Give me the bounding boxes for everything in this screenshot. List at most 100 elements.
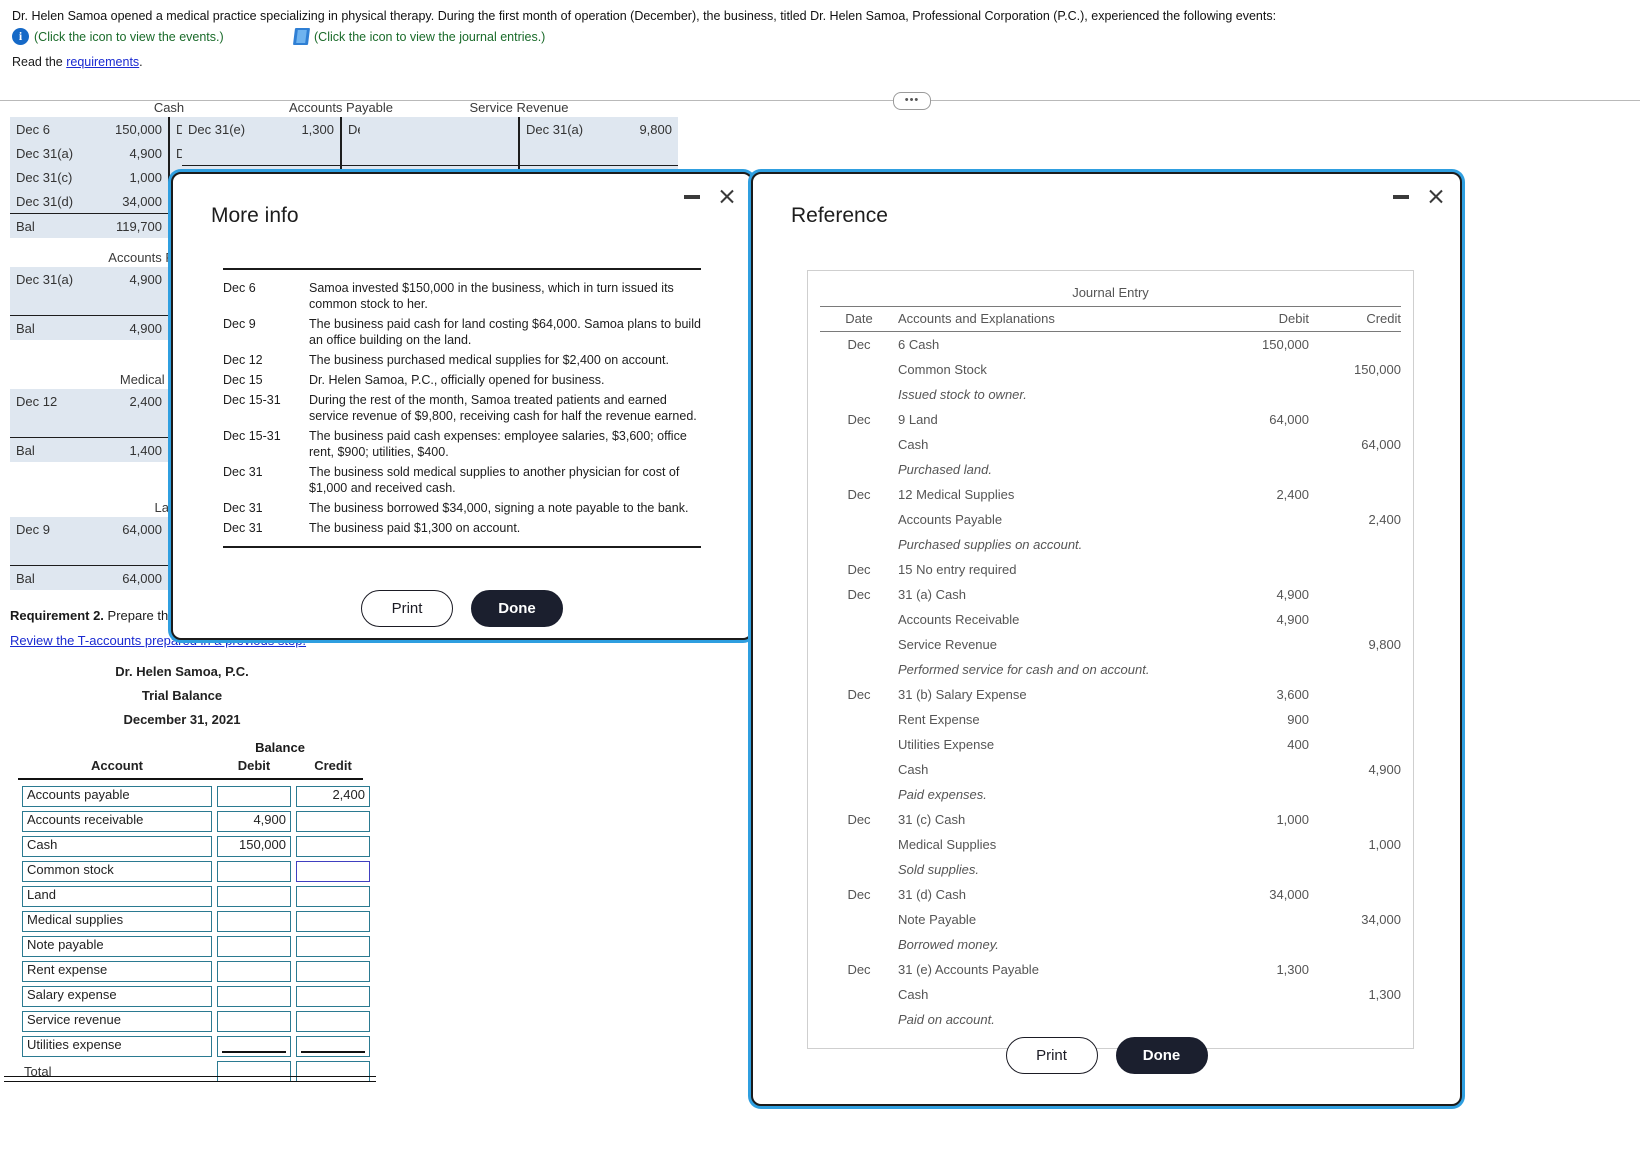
- t-debit-value: 1,300: [266, 117, 342, 141]
- journal-row: Performed service for cash and on accoun…: [820, 657, 1401, 682]
- tb-debit-input[interactable]: 4,900: [217, 810, 291, 832]
- reference-dialog[interactable]: Reference Journal Entry Date Accounts an…: [751, 172, 1462, 1106]
- reference-done-button[interactable]: Done: [1115, 1037, 1208, 1074]
- minimize-icon[interactable]: [684, 194, 700, 199]
- tb-debit-input[interactable]: [217, 1035, 291, 1057]
- tb-debit-input[interactable]: 150,000: [217, 835, 291, 857]
- info-icon[interactable]: i: [12, 28, 29, 45]
- tb-credit-input[interactable]: [296, 935, 370, 957]
- tb-account-input[interactable]: Service revenue: [22, 1010, 212, 1032]
- tb-debit-input[interactable]: [217, 860, 291, 882]
- table-row: Medical supplies: [21, 910, 371, 933]
- t-debit-label: [10, 413, 94, 438]
- more-info-print-button[interactable]: Print: [361, 590, 453, 627]
- tb-debit-input[interactable]: [217, 935, 291, 957]
- tb-credit-input[interactable]: [296, 960, 370, 982]
- table-row: Common stock: [21, 860, 371, 883]
- close-icon[interactable]: [718, 188, 735, 205]
- tb-account-input[interactable]: Common stock: [22, 860, 212, 882]
- journal-debit: 64,000: [1269, 412, 1309, 427]
- journal-account: Cash: [898, 762, 929, 777]
- journal-row: Accounts Receivable 4,900: [820, 607, 1401, 632]
- t-balance-label: Bal: [10, 565, 94, 590]
- t-credit-label: [519, 141, 604, 166]
- tb-debit-input[interactable]: [217, 885, 291, 907]
- journal-row: Paid on account.: [820, 1007, 1401, 1032]
- journal-link-label[interactable]: (Click the icon to view the journal entr…: [314, 30, 545, 44]
- reference-window-controls[interactable]: [1393, 188, 1444, 205]
- more-info-done-button[interactable]: Done: [471, 590, 563, 627]
- tb-debit-input[interactable]: [217, 960, 291, 982]
- journal-date: [820, 607, 898, 632]
- tb-account-input[interactable]: Accounts payable: [22, 785, 212, 807]
- tb-debit-input[interactable]: [217, 785, 291, 807]
- reference-print-button[interactable]: Print: [1005, 1037, 1098, 1074]
- tb-credit-input[interactable]: [296, 885, 370, 907]
- minimize-icon[interactable]: [1393, 194, 1409, 199]
- more-info-window-controls[interactable]: [684, 188, 735, 205]
- requirements-link[interactable]: requirements: [66, 55, 139, 69]
- event-description: The business paid cash expenses: employe…: [309, 429, 687, 459]
- t-debit-value: [266, 141, 342, 166]
- tb-credit-input[interactable]: [296, 910, 370, 932]
- journal-debit: 1,000: [1276, 812, 1309, 827]
- journal-row: Dec 31 (c) Cash 1,000: [820, 807, 1401, 832]
- tb-debit-input[interactable]: [217, 985, 291, 1007]
- tb-credit-input[interactable]: [296, 1035, 370, 1057]
- tb-debit-input[interactable]: [217, 1010, 291, 1032]
- event-row: Dec 9 The business paid cash for land cos…: [223, 314, 701, 350]
- je-col-accounts: Accounts and Explanations: [898, 306, 1217, 332]
- journal-row: Borrowed money.: [820, 932, 1401, 957]
- event-description: The business paid $1,300 on account.: [309, 521, 521, 535]
- journal-credit: [1309, 382, 1401, 407]
- t-debit-label: [182, 141, 266, 166]
- events-link-label[interactable]: (Click the icon to view the events.): [34, 30, 224, 44]
- overflow-menu-button[interactable]: •••: [893, 92, 931, 110]
- tb-credit-input[interactable]: [296, 835, 370, 857]
- journal-debit: 1,300: [1276, 962, 1309, 977]
- journal-credit: 9,800: [1368, 637, 1401, 652]
- read-suffix: .: [139, 55, 143, 69]
- close-icon[interactable]: [1427, 188, 1444, 205]
- tb-credit-input[interactable]: [296, 860, 370, 882]
- journal-date: Dec: [847, 487, 871, 502]
- tb-credit-input[interactable]: [296, 985, 370, 1007]
- journal-date: Dec: [847, 337, 871, 352]
- tb-account-input[interactable]: Utilities expense: [22, 1035, 212, 1057]
- tb-account-input[interactable]: Accounts receivable: [22, 810, 212, 832]
- tb-account-input[interactable]: Note payable: [22, 935, 212, 957]
- event-date: Dec 31: [223, 521, 263, 535]
- journal-debit: [1217, 382, 1309, 407]
- tb-debit-input[interactable]: [217, 910, 291, 932]
- journal-debit: [1217, 632, 1309, 657]
- tb-account-input[interactable]: Cash: [22, 835, 212, 857]
- journal-date: [820, 757, 898, 782]
- journal-credit: [1309, 807, 1401, 832]
- tb-account-input[interactable]: Medical supplies: [22, 910, 212, 932]
- t-debit-label: Dec 31(c): [16, 169, 73, 185]
- tb-account-input[interactable]: Land: [22, 885, 212, 907]
- t-debit-label: Dec 31(d): [16, 193, 74, 209]
- more-info-dialog[interactable]: More info Dec 6 Samoa invested $150,000 i…: [171, 172, 753, 640]
- journal-credit: [1309, 457, 1401, 482]
- tb-credit-input[interactable]: [296, 810, 370, 832]
- events-icon-link[interactable]: i (Click the icon to view the events.): [12, 28, 282, 45]
- event-description: Samoa invested $150,000 in the business,…: [309, 281, 674, 311]
- journal-credit: [1309, 332, 1401, 358]
- journal-account: 31 (a) Cash: [898, 587, 966, 602]
- tb-account-input[interactable]: Salary expense: [22, 985, 212, 1007]
- tb-credit-input[interactable]: 2,400: [296, 785, 370, 807]
- tb-total-credit-input[interactable]: [296, 1060, 370, 1082]
- event-row: Dec 31 The business borrowed $34,000, sig…: [223, 498, 701, 518]
- journal-debit: 3,600: [1276, 687, 1309, 702]
- journal-debit: [1217, 657, 1309, 682]
- t-balance-value: 119,700: [94, 213, 170, 238]
- tb-account-input[interactable]: Rent expense: [22, 960, 212, 982]
- table-row: Utilities expense: [21, 1035, 371, 1058]
- book-icon[interactable]: [292, 28, 311, 45]
- journal-credit: [1309, 732, 1401, 757]
- journal-account: Cash: [898, 437, 929, 452]
- journal-icon-link[interactable]: (Click the icon to view the journal entr…: [292, 28, 545, 45]
- tb-credit-input[interactable]: [296, 1010, 370, 1032]
- journal-row: Accounts Payable 2,400: [820, 507, 1401, 532]
